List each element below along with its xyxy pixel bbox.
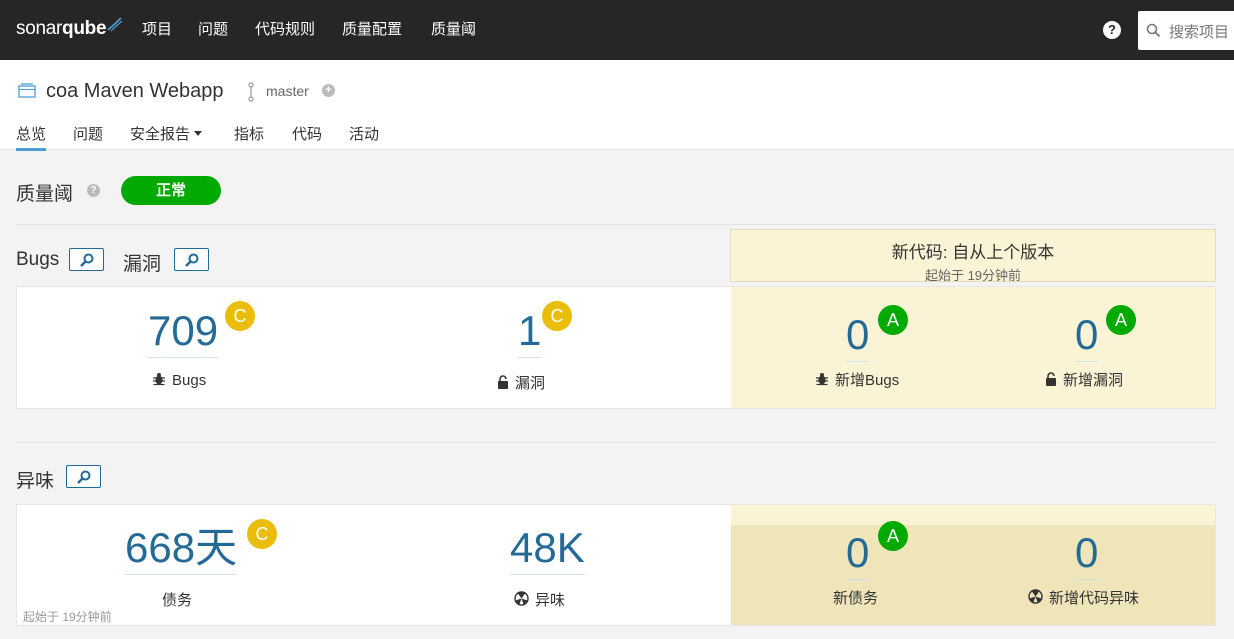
vulnerabilities-label: 漏洞 (497, 372, 545, 393)
tab-activity[interactable]: 活动 (349, 125, 379, 145)
new-code-header: 新代码: 自从上个版本 起始于 19分钟前 (730, 229, 1216, 283)
new-bugs-label: 新增Bugs (815, 369, 899, 390)
new-vulnerabilities-label: 新增漏洞 (1045, 369, 1123, 390)
radiation-icon (1028, 589, 1043, 604)
bugs-section-title: Bugs (16, 249, 60, 270)
bugs-label: Bugs (152, 372, 206, 389)
logo-waves-icon (107, 17, 123, 32)
debt-label: 债务 (162, 592, 193, 609)
tab-code[interactable]: 代码 (292, 125, 322, 145)
bugs-drilldown-button[interactable] (69, 248, 104, 271)
branch-icon (248, 82, 254, 102)
tab-measures[interactable]: 指标 (234, 125, 264, 145)
tab-overview[interactable]: 总览 (16, 125, 47, 151)
project-name[interactable]: coa Maven Webapp (46, 80, 224, 103)
help-icon[interactable]: ? (1103, 21, 1121, 39)
new-code-smells-label: 新增代码异味 (1028, 587, 1139, 608)
new-vulnerabilities-rating[interactable]: A (1106, 305, 1136, 335)
nav-quality-profiles[interactable]: 质量配置 (342, 19, 402, 41)
nav-quality-gates[interactable]: 质量阈 (431, 19, 476, 41)
new-code-area (731, 287, 1215, 408)
search-icon (1146, 23, 1161, 38)
branch-name[interactable]: master (266, 83, 309, 99)
new-code-smells-value[interactable]: 0 (1075, 529, 1099, 580)
quality-gate-status-badge: 正常 (121, 176, 221, 205)
nav-projects[interactable]: 项目 (142, 19, 172, 41)
new-code-title: 新代码: 自从上个版本 (891, 243, 1055, 262)
quality-gate-title: 质量阈 (16, 184, 74, 205)
link-icon (77, 470, 91, 484)
smells-since-note: 起始于 19分钟前 (23, 610, 112, 624)
tab-issues[interactable]: 问题 (73, 125, 103, 145)
vulnerabilities-drilldown-button[interactable] (174, 248, 209, 271)
help-circle-icon[interactable]: ? (87, 184, 100, 197)
new-code-area (731, 505, 1215, 525)
new-bugs-rating[interactable]: A (878, 305, 908, 335)
bug-icon (816, 373, 828, 386)
new-vulnerabilities-value[interactable]: 0 (1075, 311, 1099, 362)
code-smells-drilldown-button[interactable] (66, 465, 101, 488)
link-icon (80, 253, 94, 267)
nav-issues[interactable]: 问题 (198, 19, 228, 41)
nav-rules[interactable]: 代码规则 (255, 19, 315, 41)
sonarqube-logo[interactable]: sonarqube (16, 14, 123, 44)
bug-icon (153, 373, 165, 386)
code-smells-value[interactable]: 48K (510, 524, 585, 575)
bugs-rating[interactable]: C (225, 301, 255, 331)
top-navbar: sonarqube 项目 问题 代码规则 质量配置 质量阈 ? 搜索项目 (0, 0, 1234, 60)
project-icon (18, 83, 36, 98)
project-header: coa Maven Webapp master + 总览 问题 安全报告 指标 … (0, 60, 1234, 151)
new-debt-label: 新债务 (833, 590, 879, 607)
new-debt-rating[interactable]: A (878, 521, 908, 551)
divider (16, 224, 1216, 225)
bugs-value[interactable]: 709 (148, 307, 219, 358)
new-code-since: 起始于 19分钟前 (924, 268, 1022, 283)
vulnerabilities-value[interactable]: 1 (518, 307, 542, 358)
chevron-down-icon (194, 131, 203, 137)
vulnerabilities-section-title: 漏洞 (123, 254, 162, 275)
lock-icon (498, 375, 508, 389)
debt-rating[interactable]: C (247, 519, 277, 549)
tab-security-reports[interactable]: 安全报告 (130, 125, 203, 145)
divider (16, 442, 1216, 443)
radiation-icon (514, 591, 529, 606)
new-code-area-highlight (731, 525, 1215, 625)
debt-value[interactable]: 668天 (125, 524, 238, 575)
code-smells-section-title: 异味 (16, 471, 55, 492)
lock-icon (1046, 372, 1056, 386)
vulnerabilities-rating[interactable]: C (542, 301, 572, 331)
link-icon (185, 253, 199, 267)
search-placeholder: 搜索项目 (1169, 24, 1230, 41)
branch-add-icon[interactable]: + (322, 84, 335, 97)
new-debt-value[interactable]: 0 (846, 529, 870, 580)
search-box[interactable]: 搜索项目 (1138, 11, 1234, 50)
new-bugs-value[interactable]: 0 (846, 311, 870, 362)
code-smells-label: 异味 (514, 589, 565, 610)
